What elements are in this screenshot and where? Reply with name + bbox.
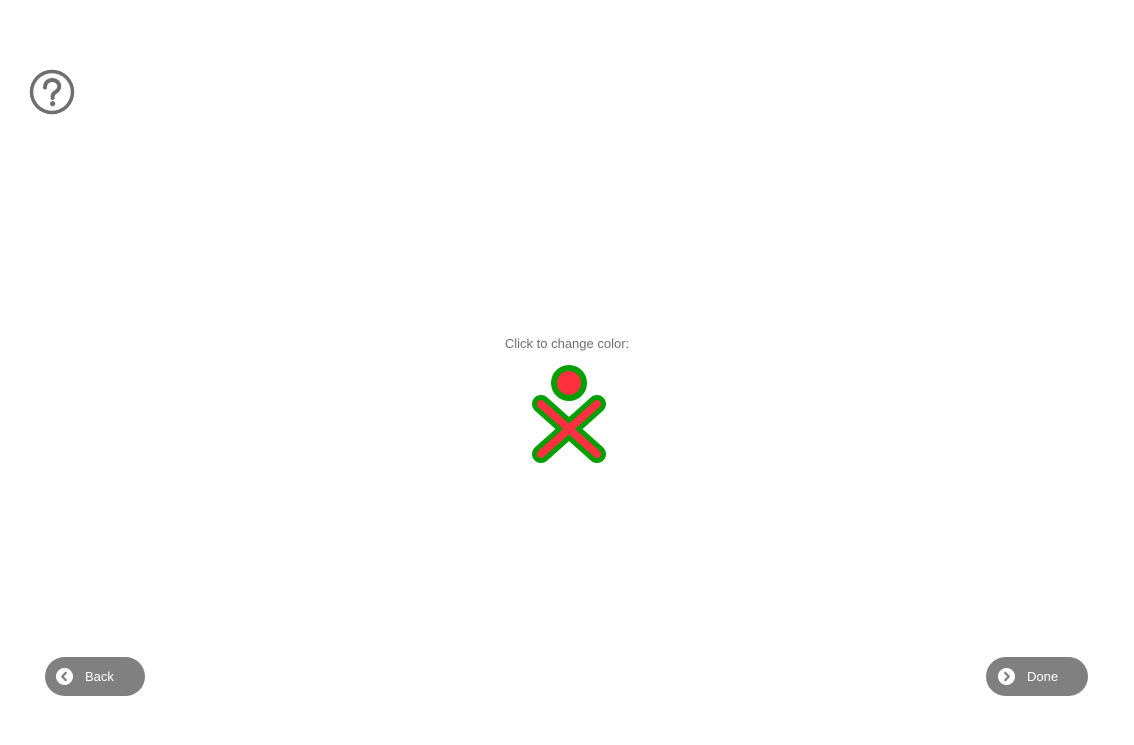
help-icon [29,69,75,115]
done-button[interactable]: Done [986,657,1088,696]
xo-buddy-icon [532,365,606,463]
done-button-label: Done [1027,669,1059,684]
chevron-left-icon [56,668,73,685]
help-button[interactable] [28,69,76,117]
back-button-label: Back [85,669,114,684]
chevron-right-icon [998,668,1015,685]
back-button[interactable]: Back [45,657,145,696]
color-prompt-label: Click to change color: [504,336,630,351]
xo-color-picker[interactable] [531,363,607,463]
color-chooser-page: Click to change color: Back Done [0,0,1134,745]
